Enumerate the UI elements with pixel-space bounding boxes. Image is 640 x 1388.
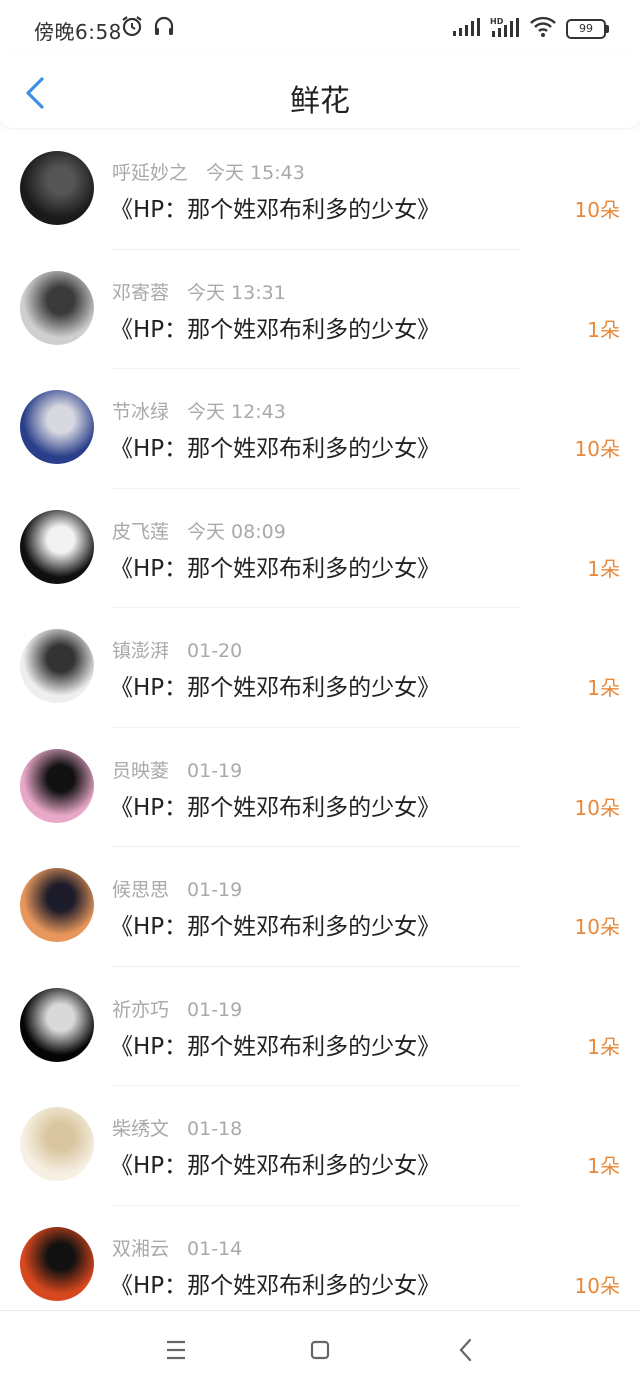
home-square-icon[interactable]	[300, 1335, 340, 1365]
user-name: 柴绣文	[112, 1118, 170, 1140]
flower-amount: 1朵	[587, 1154, 620, 1178]
item-meta: 祈亦巧 01-19	[112, 995, 242, 1022]
page-title: 鲜花	[290, 84, 350, 119]
status-time: 傍晚6:58	[34, 20, 122, 44]
avatar[interactable]	[20, 629, 94, 703]
item-meta: 员映菱 01-19	[112, 756, 242, 783]
book-title: 《HP：那个姓邓布利多的少女》	[110, 675, 441, 701]
list-item[interactable]: 柴绣文 01-18 《HP：那个姓邓布利多的少女》 1朵	[0, 1086, 640, 1206]
title-bar: 鲜花	[0, 56, 640, 128]
avatar[interactable]	[20, 509, 94, 584]
book-title: 《HP：那个姓邓布利多的少女》	[110, 1153, 441, 1179]
item-time: 01-19	[187, 998, 243, 1021]
item-time: 01-18	[187, 1118, 243, 1140]
avatar[interactable]	[20, 1107, 94, 1181]
signal-icon	[452, 17, 480, 41]
item-time: 01-19	[187, 879, 243, 901]
user-name: 呼延妙之	[112, 162, 189, 184]
avatar[interactable]	[20, 390, 94, 464]
alarm-icon	[120, 14, 144, 42]
flower-amount: 10朵	[574, 437, 620, 461]
book-title: 《HP：那个姓邓布利多的少女》	[110, 316, 441, 343]
item-time: 今天 15:43	[206, 162, 305, 184]
flower-amount: 1朵	[587, 556, 620, 581]
item-meta: 呼延妙之 今天 15:43	[112, 158, 305, 185]
flower-amount: 10朵	[574, 915, 620, 939]
book-title: 《HP：那个姓邓布利多的少女》	[110, 1033, 441, 1060]
avatar[interactable]	[20, 868, 94, 942]
flower-amount: 10朵	[574, 198, 620, 222]
flower-list: 呼延妙之 今天 15:43 《HP：那个姓邓布利多的少女》 10朵 邓寄蓉 今天 1…	[0, 130, 640, 1325]
item-meta: 镇澎湃 01-20	[112, 636, 242, 663]
list-item[interactable]: 员映菱 01-19 《HP：那个姓邓布利多的少女》 10朵	[0, 727, 640, 847]
list-item[interactable]: 节冰绿 今天 12:43 《HP：那个姓邓布利多的少女》 10朵	[0, 369, 640, 489]
status-left-icons	[120, 14, 176, 42]
book-title: 《HP：那个姓邓布利多的少女》	[110, 197, 441, 223]
item-meta: 柴绣文 01-18	[112, 1114, 242, 1141]
list-item[interactable]: 镇澎湃 01-20 《HP：那个姓邓布利多的少女》 1朵	[0, 608, 640, 728]
headset-icon	[152, 14, 176, 42]
item-time: 01-14	[187, 1237, 243, 1260]
flower-amount: 10朵	[574, 1273, 620, 1298]
user-name: 节冰绿	[112, 401, 170, 423]
book-title: 《HP：那个姓邓布利多的少女》	[110, 1272, 441, 1299]
avatar[interactable]	[20, 748, 94, 823]
list-item[interactable]: 双湘云 01-14 《HP：那个姓邓布利多的少女》 10朵	[0, 1205, 640, 1325]
item-time: 01-19	[187, 759, 243, 782]
flower-amount: 10朵	[574, 795, 620, 820]
status-bar: 傍晚6:58 HD 99	[0, 0, 640, 56]
item-time: 01-20	[187, 640, 243, 662]
list-item[interactable]: 祈亦巧 01-19 《HP：那个姓邓布利多的少女》 1朵	[0, 966, 640, 1086]
user-name: 祈亦巧	[112, 998, 170, 1021]
item-time: 今天 13:31	[187, 281, 286, 304]
avatar[interactable]	[20, 1226, 94, 1301]
user-name: 邓寄蓉	[112, 281, 170, 304]
flower-amount: 1朵	[587, 317, 620, 342]
list-item[interactable]: 呼延妙之 今天 15:43 《HP：那个姓邓布利多的少女》 10朵	[0, 130, 640, 250]
flower-amount: 1朵	[587, 676, 620, 700]
book-title: 《HP：那个姓邓布利多的少女》	[110, 794, 441, 821]
avatar[interactable]	[20, 987, 94, 1062]
book-title: 《HP：那个姓邓布利多的少女》	[110, 914, 441, 940]
book-title: 《HP：那个姓邓布利多的少女》	[110, 555, 441, 582]
system-nav-bar	[0, 1310, 640, 1388]
item-meta: 节冰绿 今天 12:43	[112, 397, 286, 424]
svg-text:HD: HD	[490, 17, 504, 26]
back-triangle-icon[interactable]	[446, 1335, 486, 1365]
flower-amount: 1朵	[587, 1034, 620, 1059]
menu-icon[interactable]	[156, 1335, 196, 1365]
list-item[interactable]: 候思思 01-19 《HP：那个姓邓布利多的少女》 10朵	[0, 847, 640, 967]
avatar[interactable]	[20, 151, 94, 225]
item-meta: 候思思 01-19	[112, 875, 242, 902]
user-name: 候思思	[112, 879, 170, 901]
item-time: 今天 08:09	[187, 520, 286, 543]
item-meta: 皮飞莲 今天 08:09	[112, 517, 286, 544]
user-name: 员映菱	[112, 759, 170, 782]
user-name: 双湘云	[112, 1237, 170, 1260]
list-item[interactable]: 皮飞莲 今天 08:09 《HP：那个姓邓布利多的少女》 1朵	[0, 488, 640, 608]
user-name: 皮飞莲	[112, 520, 170, 543]
item-meta: 邓寄蓉 今天 13:31	[112, 278, 286, 305]
book-title: 《HP：那个姓邓布利多的少女》	[110, 436, 441, 462]
item-meta: 双湘云 01-14	[112, 1234, 242, 1261]
status-right-icons: HD 99	[452, 16, 609, 42]
avatar[interactable]	[20, 270, 94, 345]
list-item[interactable]: 邓寄蓉 今天 13:31 《HP：那个姓邓布利多的少女》 1朵	[0, 249, 640, 369]
user-name: 镇澎湃	[112, 640, 170, 662]
wifi-icon	[530, 16, 556, 42]
item-time: 今天 12:43	[187, 401, 286, 423]
hd-signal-icon: HD	[490, 16, 520, 42]
battery-icon: 99	[566, 19, 609, 39]
